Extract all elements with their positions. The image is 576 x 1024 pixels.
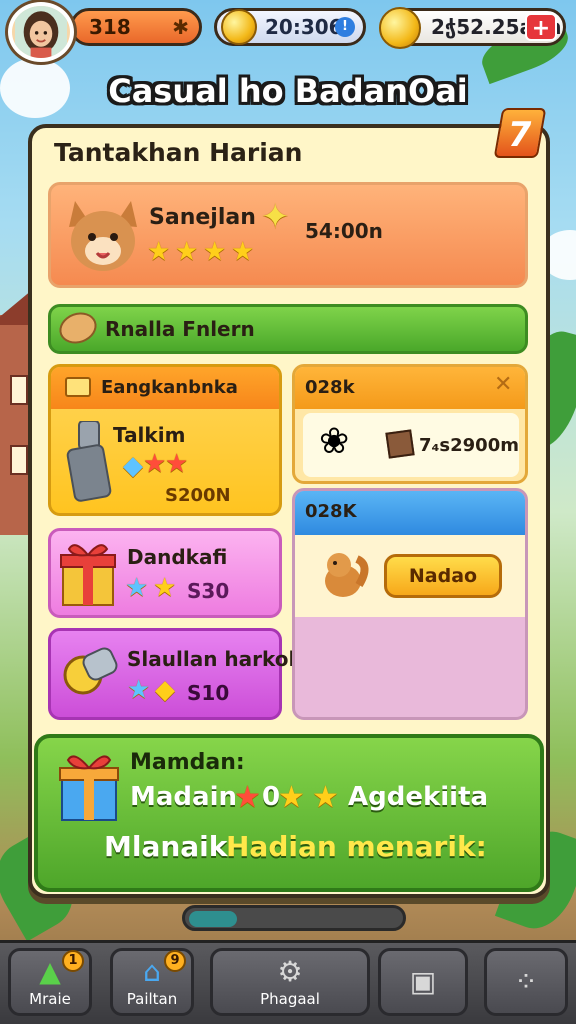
yellow-quest-card[interactable]: Eangkanbnka Talkim ◆ ★ ★ S200N — [48, 364, 282, 516]
nav-house-label: Pailtan — [126, 990, 178, 1008]
star-icon: ★ — [143, 449, 167, 479]
bonus-line1: Mamdan: — [130, 750, 245, 775]
purple-item-name: Slaullan harkols — [127, 647, 308, 671]
star-icon: ★ — [234, 780, 261, 815]
gem-icon: ◆ — [123, 451, 143, 481]
chat-icon: ▣ — [409, 965, 437, 998]
gem-icon: ◆ — [155, 675, 175, 705]
star-icon: ★ — [165, 449, 189, 479]
close-icon[interactable]: ✕ — [494, 372, 512, 397]
star-icon: ★ — [203, 237, 227, 267]
bonus-line2-a: Madain — [130, 782, 237, 812]
category-bar[interactable]: Rnalla Fnlern — [48, 304, 528, 354]
featured-reward-card[interactable]: Sanejlan ✦ 54:00n ★ ★ ★ ★ — [48, 182, 528, 288]
energy-pill[interactable]: 318 ✱ — [70, 8, 202, 46]
bonus-line2-b: Agdekiita — [348, 782, 489, 812]
right-top-header: 028k — [305, 377, 355, 398]
star-icon: ★ — [127, 675, 151, 705]
sparkle-icon: ✱ — [172, 15, 189, 39]
gems-pill[interactable]: 20:306 ! — [214, 8, 366, 46]
player-avatar[interactable] — [8, 2, 74, 62]
coin-icon — [379, 7, 421, 49]
panel-title: Tantakhan Harian — [54, 138, 303, 167]
star-icon: ★ — [147, 237, 171, 267]
purple-value: S10 — [187, 681, 230, 705]
pink-quest-card[interactable]: Dandkafi ★ ★ S30 — [48, 528, 282, 618]
right-mid-header: 028K — [305, 501, 357, 522]
sparkle-star-icon: ✦ — [261, 197, 290, 237]
yellow-value: S200N — [165, 485, 231, 506]
game-title: Casual ho BadanOai — [108, 72, 468, 110]
coins-pill[interactable]: 2ჭ52.25ahn + — [379, 7, 566, 49]
gift-icon — [59, 755, 119, 821]
top-resource-bar: 318 ✱ 20:306 ! 2ჭ52.25ahn + — [0, 0, 576, 62]
pink-item-name: Dandkafi — [127, 545, 228, 569]
star-icon: ★ — [175, 237, 199, 267]
star-icon: ★ — [231, 237, 255, 267]
gems-value: 20:306 — [265, 15, 343, 39]
featured-reward: 54:00n — [305, 219, 383, 243]
yellow-item-name: Talkim — [113, 423, 186, 447]
star-icon: ★ — [125, 573, 149, 603]
category-label: Rnalla Fnlern — [105, 317, 255, 341]
gear-icon: ⚙ — [277, 955, 303, 988]
right-quest-card-top[interactable]: 028k ❀ 7₄s2900m — [292, 364, 528, 484]
nav-home-label: Mraie — [29, 990, 71, 1008]
featured-name: Sanejlan — [149, 205, 256, 230]
bonus-line3-a: Mlanaik — [104, 830, 228, 863]
page-scrollbar[interactable] — [182, 905, 406, 931]
star-icon: ★ — [278, 780, 305, 815]
crate-icon — [385, 429, 415, 459]
squirrel-icon — [325, 553, 369, 597]
nav-settings-button[interactable]: ⚙ Phagaal — [210, 948, 370, 1016]
flashlight-icon — [66, 421, 112, 502]
energy-value: 318 — [89, 15, 131, 39]
add-currency-button[interactable]: + — [525, 13, 557, 41]
nav-menu-button[interactable]: ⁘ — [484, 948, 568, 1016]
right-quest-card-mid[interactable]: 028K — [292, 488, 528, 720]
bonus-reward-card[interactable]: Mamdan: Madain ★ 0 ★ ★ Agdekiita Mlanaik… — [34, 734, 544, 892]
cat-icon — [69, 201, 137, 271]
yellow-card-header: Eangkanbnka — [101, 377, 238, 398]
nav-home-badge: 1 — [62, 950, 84, 972]
scrollbar-thumb[interactable] — [189, 911, 237, 927]
bread-icon — [55, 307, 101, 349]
info-icon: ! — [335, 17, 355, 37]
coin-stack-icon — [221, 9, 257, 45]
claim-button[interactable]: Nadao — [384, 554, 502, 598]
magnifier-icon — [63, 647, 118, 695]
nav-chat-button[interactable]: ▣ — [378, 948, 468, 1016]
pink-value: S30 — [187, 579, 230, 603]
nav-house-badge: 9 — [164, 950, 186, 972]
purple-quest-card[interactable]: Slaullan harkols ★ ◆ S10 — [48, 628, 307, 720]
ticket-icon — [65, 377, 91, 397]
characters-icon: ❀ — [319, 421, 350, 462]
gift-box-icon — [60, 544, 116, 606]
grid-icon: ⁘ — [514, 965, 538, 998]
seven-badge-icon[interactable]: 7 — [493, 108, 547, 158]
star-icon: ★ — [312, 780, 339, 815]
nav-settings-label: Phagaal — [260, 990, 320, 1008]
star-icon: ★ — [153, 573, 177, 603]
avatar-portrait-icon — [15, 6, 67, 58]
bonus-line3-b: Hadian menarik: — [226, 830, 487, 863]
right-top-value: 7₄s2900m — [419, 435, 519, 456]
